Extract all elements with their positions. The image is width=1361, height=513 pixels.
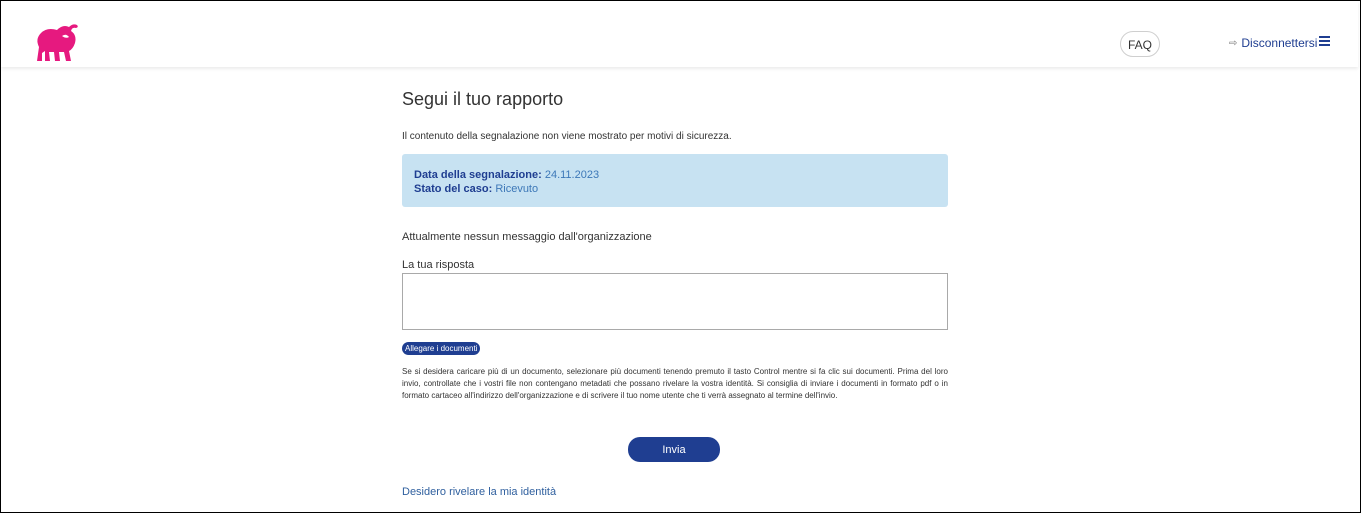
logout-label: Disconnettersi [1241,36,1318,50]
report-info-box: Data della segnalazione: 24.11.2023 Stat… [402,154,948,207]
security-note: Il contenuto della segnalazione non vien… [402,131,732,142]
elephant-logo-icon[interactable] [29,21,81,63]
reveal-identity-link[interactable]: Desidero rivelare la mia identità [402,486,556,498]
logout-link[interactable]: ⇨ Disconnettersi [1229,34,1317,52]
report-date-label: Data della segnalazione: [414,169,542,181]
report-date-value: 24.11.2023 [544,169,600,181]
reply-label: La tua risposta [402,259,475,271]
case-status-row: Stato del caso: Ricevuto [414,182,948,196]
faq-button[interactable]: FAQ [1120,31,1160,57]
case-status-label: Stato del caso: [414,183,493,195]
upload-help-text: Se si desidera caricare più di un docume… [402,367,948,400]
attach-documents-button[interactable]: Allegare i documenti [402,342,481,355]
report-date-row: Data della segnalazione: 24.11.2023 [414,168,948,182]
page-title: Segui il tuo rapporto [402,89,564,109]
logout-arrow-icon: ⇨ [1229,37,1238,49]
top-header: FAQ ⇨ Disconnettersi [1,1,1358,67]
hamburger-menu-icon[interactable] [1319,36,1330,46]
reply-textarea[interactable] [402,273,948,330]
no-messages-text: Attualmente nessun messaggio dall'organi… [402,231,652,243]
case-status-value: Ricevuto [495,183,539,195]
submit-button[interactable]: Invia [628,437,720,462]
